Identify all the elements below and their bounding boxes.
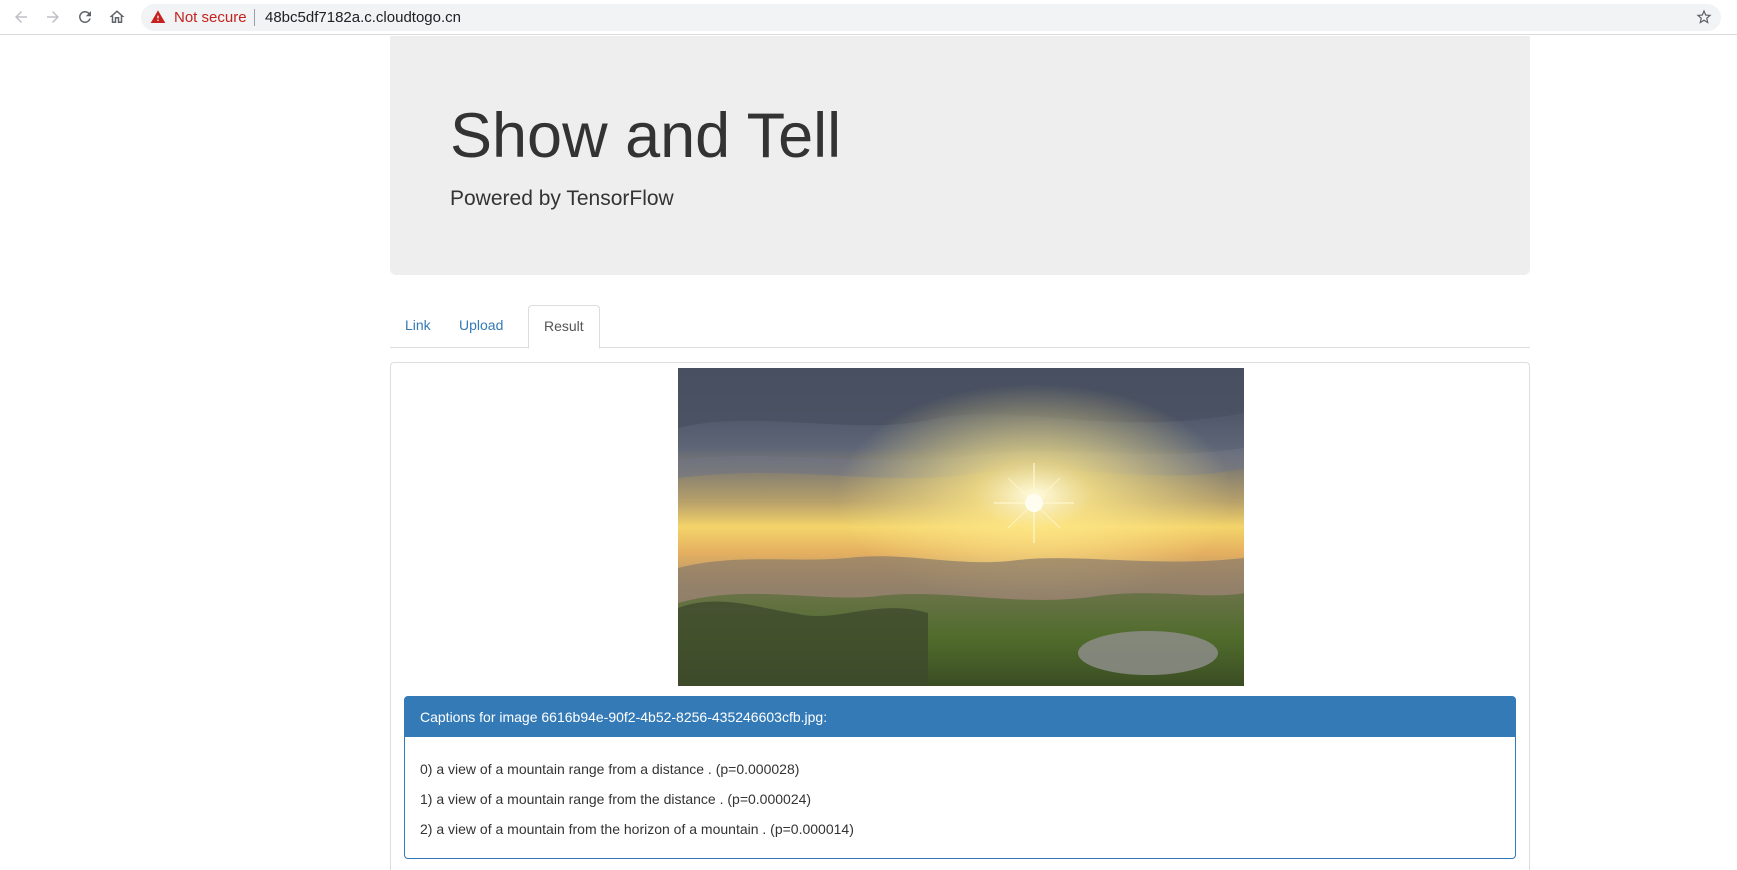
caption-item: 2) a view of a mountain from the horizon… — [420, 821, 854, 837]
reload-icon[interactable] — [73, 5, 97, 29]
url-text[interactable]: 48bc5df7182a.c.cloudtogo.cn — [265, 9, 461, 26]
tab-upload[interactable]: Upload — [444, 305, 518, 348]
browser-toolbar: Not secure 48bc5df7182a.c.cloudtogo.cn — [0, 0, 1737, 35]
tab-link[interactable]: Link — [390, 305, 446, 348]
caption-item: 0) a view of a mountain range from a dis… — [420, 761, 800, 777]
tab-bar: Link Upload Result — [390, 305, 1530, 349]
page-title: Show and Tell — [450, 101, 842, 171]
jumbotron: Show and Tell Powered by TensorFlow — [390, 36, 1530, 275]
page-subtitle: Powered by TensorFlow — [450, 187, 674, 210]
result-panel: Captions for image 6616b94e-90f2-4b52-82… — [390, 362, 1530, 870]
home-icon[interactable] — [105, 5, 129, 29]
forward-icon[interactable] — [41, 5, 65, 29]
captions-panel: Captions for image 6616b94e-90f2-4b52-82… — [404, 696, 1516, 859]
address-bar[interactable]: Not secure 48bc5df7182a.c.cloudtogo.cn — [141, 4, 1721, 31]
back-icon[interactable] — [9, 5, 33, 29]
captions-list: 0) a view of a mountain range from a dis… — [405, 737, 1515, 861]
divider — [254, 9, 255, 26]
security-label[interactable]: Not secure — [174, 9, 247, 26]
result-image — [678, 368, 1244, 686]
tab-result[interactable]: Result — [528, 305, 600, 349]
warning-icon[interactable] — [150, 9, 166, 25]
star-icon[interactable] — [1695, 8, 1713, 26]
captions-heading: Captions for image 6616b94e-90f2-4b52-82… — [405, 697, 1515, 737]
caption-item: 1) a view of a mountain range from the d… — [420, 791, 812, 807]
